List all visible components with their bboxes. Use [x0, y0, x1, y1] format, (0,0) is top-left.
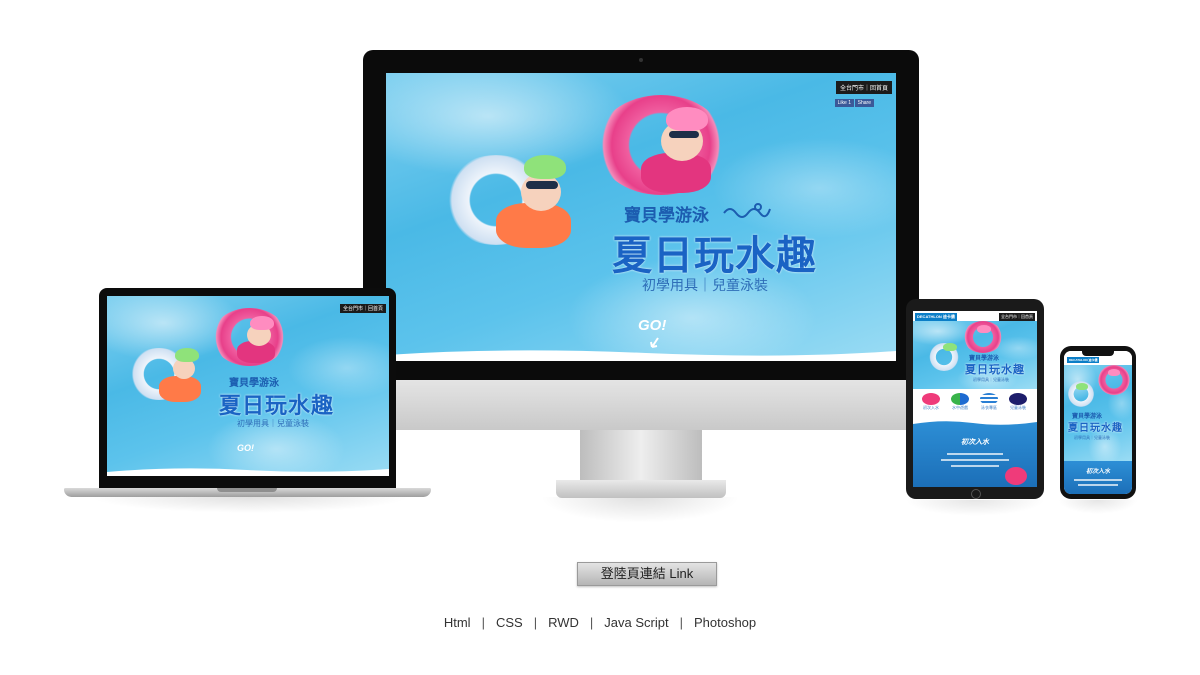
- boy-swimsuit: [159, 376, 201, 402]
- imac-shadow: [540, 497, 740, 523]
- title-big: 夏日玩水趣: [1068, 423, 1123, 434]
- boy-swim-cap: [943, 343, 957, 351]
- subtitle: 初學用具｜兒童泳裝: [1074, 435, 1110, 440]
- tech-photoshop: Photoshop: [693, 615, 757, 630]
- stores-home-menu[interactable]: 全台門市｜回首頁: [835, 81, 892, 94]
- product-item[interactable]: 初次入水: [917, 393, 945, 411]
- swim-ring-image: [922, 393, 940, 405]
- stores-home-menu[interactable]: 全台門市｜回首頁: [999, 313, 1035, 321]
- phone-shadow: [1058, 500, 1138, 514]
- separator: |: [679, 615, 683, 630]
- imac-chin: [363, 380, 919, 430]
- pool-background: 寶貝學游泳 夏日玩水趣 初學用具｜兒童泳裝 GO! 全台門市｜回首頁 Like …: [386, 73, 896, 361]
- tech-rwd: RWD: [548, 615, 579, 630]
- product-item[interactable]: 泳衣專區: [975, 393, 1003, 411]
- section-title: 初次入水: [961, 439, 989, 446]
- separator: |: [481, 615, 485, 630]
- stores-home-menu[interactable]: 全台門市｜回首頁: [339, 304, 386, 313]
- tablet-shadow: [905, 500, 1045, 516]
- title-big: 夏日玩水趣: [965, 364, 1025, 376]
- hero-area: 寶貝學游泳 夏日玩水趣 初學用具｜兒童泳裝: [1064, 365, 1132, 461]
- title-small: 寶貝學游泳: [229, 378, 279, 389]
- section-first-water: 初次入水: [1064, 461, 1132, 494]
- product-item[interactable]: 水中遊戲: [946, 393, 974, 411]
- laptop-shadow: [90, 497, 410, 513]
- facebook-like-button[interactable]: Like 1: [834, 99, 854, 107]
- header-bar: DECATHLON 迪卡儂 全台門市｜回首頁: [913, 311, 1037, 321]
- go-button[interactable]: GO!: [237, 443, 254, 453]
- subtitle: 初學用具｜兒童泳裝: [973, 377, 1009, 382]
- text-line: [951, 465, 999, 467]
- text-line: [947, 453, 1003, 455]
- separator: |: [589, 615, 594, 630]
- laptop-screen: 寶貝學游泳 夏日玩水趣 初學用具｜兒童泳裝 GO! 全台門市｜回首頁: [107, 296, 389, 476]
- section-title: 初次入水: [1085, 469, 1110, 475]
- imac-screen: 寶貝學游泳 夏日玩水趣 初學用具｜兒童泳裝 GO! 全台門市｜回首頁 Like …: [386, 73, 896, 361]
- landing-page-link-button[interactable]: 登陸頁連結 Link: [577, 562, 717, 586]
- brand-logo[interactable]: DECATHLON 迪卡儂: [1067, 357, 1100, 363]
- tech-html: Html: [443, 615, 471, 630]
- imac-camera: [639, 58, 643, 62]
- phone-notch: [1082, 351, 1114, 356]
- product-item[interactable]: 兒童泳裝: [1004, 393, 1032, 411]
- girl-swim-cap: [1108, 369, 1120, 376]
- bottom-wave: [386, 350, 896, 361]
- subtitle: 初學用具｜兒童泳裝: [237, 419, 309, 428]
- hero-area: 寶貝學游泳 夏日玩水趣 初學用具｜兒童泳裝: [913, 321, 1037, 389]
- text-line: [1078, 484, 1118, 486]
- text-line: [941, 459, 1009, 461]
- product-label: 兒童泳裝: [1010, 405, 1026, 410]
- boy-swim-cap: [1076, 383, 1088, 390]
- title-big: 夏日玩水趣: [612, 234, 817, 278]
- tech-javascript: Java Script: [604, 615, 669, 630]
- facebook-share-button[interactable]: Share: [854, 99, 874, 107]
- subtitle: 初學用具｜兒童泳裝: [642, 277, 768, 293]
- title-big: 夏日玩水趣: [219, 393, 335, 418]
- boy-swim-cap: [175, 348, 199, 362]
- pool-background: 寶貝學游泳 夏日玩水趣 初學用具｜兒童泳裝: [913, 321, 1037, 389]
- ball-image: [1005, 467, 1027, 485]
- girl-goggles: [669, 131, 699, 138]
- separator: |: [533, 615, 538, 630]
- imac-stand-foot: [556, 480, 726, 498]
- girl-swim-cap: [977, 325, 991, 333]
- tablet-screen: DECATHLON 迪卡儂 全台門市｜回首頁 寶貝學游泳 夏日玩水趣 初學用具｜…: [913, 311, 1037, 487]
- text-line: [1074, 479, 1122, 481]
- swim-cap-image: [951, 393, 969, 405]
- phone-screen: DECATHLON 迪卡儂 寶貝學游泳 夏日玩水趣 初學用具｜兒童泳裝 初次入水: [1064, 351, 1132, 494]
- boy-goggles: [526, 181, 558, 189]
- swimsuit-image: [1009, 393, 1027, 405]
- brand-logo[interactable]: DECATHLON 迪卡儂: [915, 313, 957, 321]
- pool-background: 寶貝學游泳 夏日玩水趣 初學用具｜兒童泳裝 GO! 全台門市｜回首頁: [107, 296, 389, 476]
- bottom-wave: [107, 468, 389, 476]
- product-label: 水中遊戲: [952, 405, 968, 410]
- tablet-home-button: [971, 489, 981, 499]
- pool-background: 寶貝學游泳 夏日玩水趣 初學用具｜兒童泳裝: [1064, 365, 1132, 461]
- product-label: 初次入水: [923, 405, 939, 410]
- swimmer-icon: [722, 203, 772, 219]
- product-label: 泳衣專區: [981, 405, 997, 410]
- go-button[interactable]: GO!: [638, 317, 666, 334]
- tech-stack: Html | CSS | RWD | Java Script | Photoshop: [0, 615, 1200, 630]
- tech-css: CSS: [495, 615, 523, 630]
- wave-icon: [980, 393, 998, 405]
- section-wave: [913, 419, 1037, 425]
- girl-swim-cap: [250, 316, 274, 330]
- section-first-water: 初次入水: [913, 419, 1037, 487]
- imac-stand-neck: [580, 430, 702, 482]
- boy-swim-cap: [524, 155, 566, 179]
- girl-swim-cap: [666, 107, 708, 131]
- laptop-notch: [217, 488, 277, 492]
